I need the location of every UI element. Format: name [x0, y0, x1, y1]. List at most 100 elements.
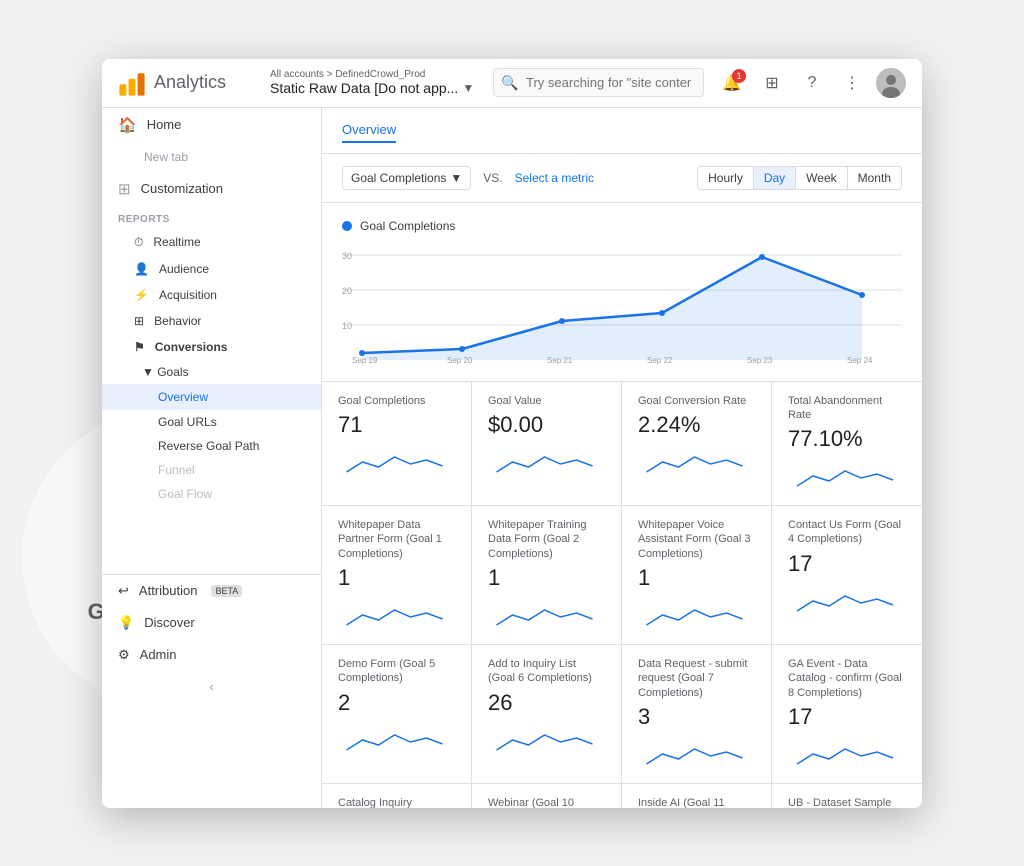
account-info: All accounts > DefinedCrowd_Prod Static …: [270, 69, 481, 96]
sparkline-4: [338, 597, 455, 627]
metric-label-12: Catalog Inquiry Request (Goal 9 Completi…: [338, 796, 455, 808]
time-btn-week[interactable]: Week: [796, 167, 847, 189]
time-btn-day[interactable]: Day: [754, 167, 796, 189]
overview-label: Overview: [158, 390, 208, 404]
search-input[interactable]: [493, 68, 704, 97]
content-tab-header: Overview: [322, 108, 922, 154]
chart-svg: 30 20 10: [342, 245, 902, 365]
sidebar-item-overview[interactable]: Overview: [102, 384, 321, 410]
notification-bell[interactable]: 🔔 1: [716, 67, 748, 99]
svg-text:20: 20: [342, 286, 352, 296]
sparkline-1: [488, 444, 605, 474]
svg-text:30: 30: [342, 251, 352, 261]
sidebar-item-discover[interactable]: 💡 Discover: [102, 607, 321, 639]
behavior-label: Behavior: [154, 314, 201, 328]
more-options-icon[interactable]: ⋮: [836, 67, 868, 99]
metric-card-6: Whitepaper Voice Assistant Form (Goal 3 …: [622, 506, 772, 645]
svg-text:10: 10: [342, 321, 352, 331]
metric-label-7: Contact Us Form (Goal 4 Completions): [788, 518, 906, 547]
svg-text:Sep 19: Sep 19: [352, 356, 378, 365]
metric-card-7: Contact Us Form (Goal 4 Completions) 17: [772, 506, 922, 645]
sparkline-2: [638, 444, 755, 474]
main-layout: 🏠 Home New tab ⊞ Customization REPORTS ⏱…: [102, 108, 922, 808]
metric-value-4: 1: [338, 565, 455, 591]
metric-card-8: Demo Form (Goal 5 Completions)2: [322, 645, 472, 784]
sidebar-item-funnel[interactable]: Funnel: [102, 458, 321, 482]
svg-text:Sep 20: Sep 20: [447, 356, 473, 365]
sidebar-item-reverse-goal-path[interactable]: Reverse Goal Path: [102, 434, 321, 458]
sidebar-item-realtime[interactable]: ⏱ Realtime: [102, 229, 321, 256]
discover-label: Discover: [144, 615, 195, 630]
property-dropdown-arrow: ▼: [462, 81, 474, 95]
sidebar-item-goal-flow[interactable]: Goal Flow: [102, 482, 321, 506]
apps-grid-icon[interactable]: ⊞: [756, 67, 788, 99]
attribution-icon: ↩: [118, 583, 129, 599]
sidebar-item-goals[interactable]: ▼ Goals: [102, 360, 321, 384]
controls-bar: Goal Completions ▼ VS. Select a metric H…: [322, 154, 922, 203]
metric-value-9: 26: [488, 690, 605, 716]
svg-text:Sep 22: Sep 22: [647, 356, 673, 365]
metric-label-11: GA Event - Data Catalog - confirm (Goal …: [788, 657, 906, 700]
sidebar-item-home[interactable]: 🏠 Home: [102, 108, 321, 142]
metric-dropdown-label: Goal Completions: [351, 171, 446, 185]
metric-card-10: Data Request - submit request (Goal 7 Co…: [622, 645, 772, 784]
metric-label-3: Total Abandonment Rate: [788, 394, 906, 423]
metric-card-2: Goal Conversion Rate2.24%: [622, 382, 772, 507]
metric-card-5: Whitepaper Training Data Form (Goal 2 Co…: [472, 506, 622, 645]
notification-count: 1: [732, 69, 746, 83]
metric-card-13: Webinar (Goal 10 Completions)0: [472, 784, 622, 808]
ga-logo-icon: [118, 69, 146, 97]
svg-text:Sep 21: Sep 21: [547, 356, 573, 365]
metric-label-1: Goal Value: [488, 394, 605, 408]
content-area: Overview Goal Completions ▼ VS. Select a…: [322, 108, 922, 808]
sidebar-item-attribution[interactable]: ↩ Attribution BETA: [102, 575, 321, 607]
time-btn-hourly[interactable]: Hourly: [698, 167, 754, 189]
legend-dot: [342, 221, 352, 231]
conversions-label: Conversions: [155, 340, 228, 354]
sidebar-item-admin[interactable]: ⚙ Admin: [102, 639, 321, 671]
metric-label-6: Whitepaper Voice Assistant Form (Goal 3 …: [638, 518, 755, 561]
metric-label-4: Whitepaper Data Partner Form (Goal 1 Com…: [338, 518, 455, 561]
customization-label: Customization: [141, 181, 223, 196]
audience-label: Audience: [159, 262, 209, 276]
app-header: Analytics All accounts > DefinedCrowd_Pr…: [102, 59, 922, 108]
metric-dropdown-arrow: ▼: [450, 171, 462, 185]
metric-label-9: Add to Inquiry List (Goal 6 Completions): [488, 657, 605, 686]
sparkline-7: [788, 583, 906, 613]
sparkline-8: [338, 722, 455, 752]
attribution-label: Attribution: [139, 583, 198, 598]
select-metric-link[interactable]: Select a metric: [515, 171, 594, 185]
sparkline-6: [638, 597, 755, 627]
property-selector[interactable]: Static Raw Data [Do not app... ▼: [270, 80, 481, 96]
metric-label-0: Goal Completions: [338, 394, 455, 408]
help-icon[interactable]: ?: [796, 67, 828, 99]
attribution-badge: BETA: [211, 585, 242, 597]
admin-label: Admin: [140, 647, 177, 662]
metric-dropdown[interactable]: Goal Completions ▼: [342, 166, 471, 190]
avatar[interactable]: [876, 68, 906, 98]
realtime-label: Realtime: [153, 235, 200, 249]
sidebar-item-new-tab[interactable]: New tab: [102, 142, 321, 172]
sidebar-item-acquisition[interactable]: ⚡ Acquisition: [102, 282, 321, 308]
collapse-sidebar-button[interactable]: ‹: [102, 671, 321, 702]
home-icon: 🏠: [118, 116, 137, 134]
metric-card-12: Catalog Inquiry Request (Goal 9 Completi…: [322, 784, 472, 808]
metric-card-4: Whitepaper Data Partner Form (Goal 1 Com…: [322, 506, 472, 645]
realtime-icon: ⏱: [134, 235, 143, 250]
metric-value-7: 17: [788, 551, 906, 577]
metric-card-0: Goal Completions71: [322, 382, 472, 507]
vs-text: VS.: [483, 171, 502, 185]
sidebar-item-audience[interactable]: 👤 Audience: [102, 256, 321, 282]
metric-value-3: 77.10%: [788, 426, 906, 452]
sidebar-item-customization[interactable]: ⊞ Customization: [102, 172, 321, 206]
sidebar-item-goal-urls[interactable]: Goal URLs: [102, 410, 321, 434]
svg-text:Sep 23: Sep 23: [747, 356, 773, 365]
tab-overview[interactable]: Overview: [342, 118, 396, 143]
property-name: Static Raw Data [Do not app...: [270, 80, 458, 96]
discover-icon: 💡: [118, 615, 134, 631]
sidebar-item-behavior[interactable]: ⊞ Behavior: [102, 308, 321, 334]
new-tab-label: New tab: [144, 150, 188, 164]
sidebar-item-conversions[interactable]: ⚑ Conversions: [102, 334, 321, 360]
metric-value-2: 2.24%: [638, 412, 755, 438]
time-btn-month[interactable]: Month: [848, 167, 901, 189]
